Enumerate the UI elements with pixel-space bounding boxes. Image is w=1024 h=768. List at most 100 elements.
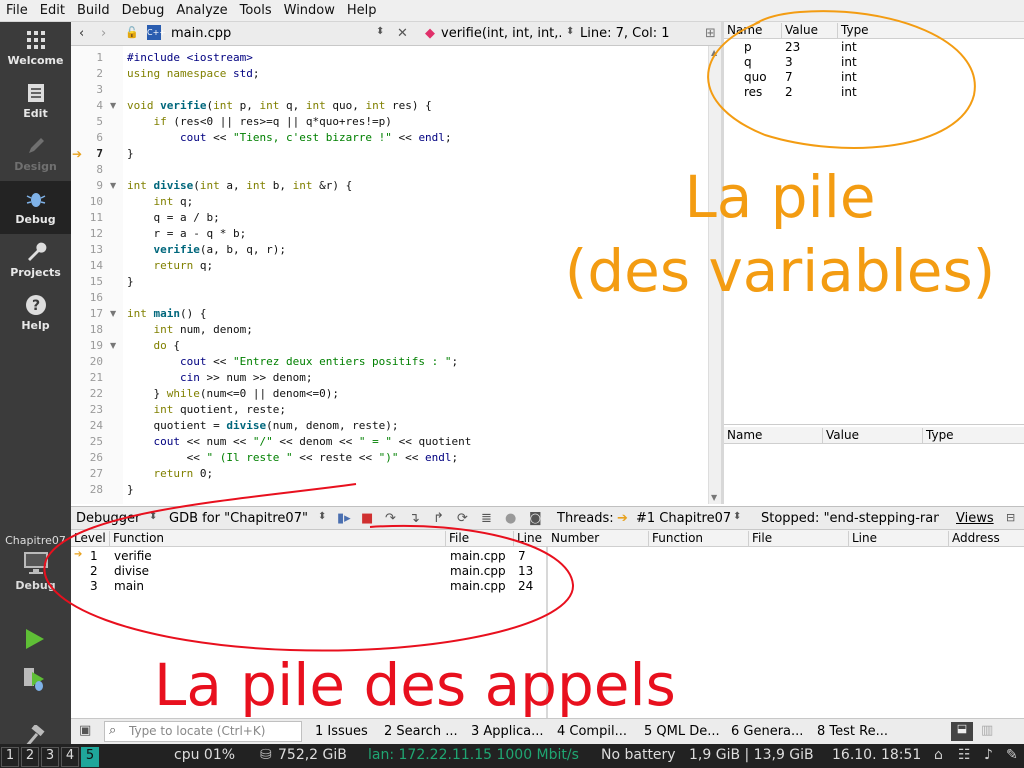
function-dropdown-arrow-icon[interactable]: ⬍ [566,26,574,37]
sound-icon[interactable]: ♪ [984,747,993,763]
mode-projects[interactable]: Projects [0,234,71,287]
output-tab[interactable]: 8 Test Re... [817,724,888,739]
engine-selector[interactable]: GDB for "Chapitre07" [169,511,308,526]
stack-line[interactable]: 7 [518,549,526,563]
stack-function[interactable]: verifie [114,549,152,563]
stack-function[interactable]: main [114,579,144,593]
kit-selector[interactable]: Chapitre07 Debug [0,534,71,592]
mode-label: Edit [23,107,48,120]
stack-level[interactable]: 1 [90,549,98,563]
output-tab[interactable]: 1 Issues [315,724,368,739]
stack-header-file[interactable]: File [445,531,469,547]
local-value[interactable]: 23 [785,40,800,54]
expr-header-name[interactable]: Name [724,428,762,444]
fold-marker-icon[interactable]: ▼ [110,341,116,350]
snapshot-icon[interactable]: ◙ [529,511,542,526]
stop-debugger-icon[interactable]: ■ [361,511,373,526]
back-arrow-icon[interactable]: ‹ [79,26,84,41]
views-button[interactable]: Views [956,511,994,526]
local-name[interactable]: p [744,40,752,54]
workspace-button[interactable]: 5 [81,747,99,767]
fold-marker-icon[interactable]: ▼ [110,101,116,110]
expr-header-type[interactable]: Type [922,428,954,444]
local-name[interactable]: q [744,55,752,69]
close-icon[interactable]: ✕ [397,26,408,41]
workspace-button[interactable]: 3 [41,747,59,767]
debugger-perspective[interactable]: Debugger [76,511,140,526]
bp-header-line[interactable]: Line [848,531,877,547]
workspace-button[interactable]: 2 [21,747,39,767]
toggle-right-sidebar-icon[interactable]: ▥ [981,723,993,738]
local-name[interactable]: res [744,85,762,99]
local-value[interactable]: 2 [785,85,793,99]
output-tab[interactable]: 6 Genera... [731,724,803,739]
stack-file[interactable]: main.cpp [450,579,506,593]
mode-help[interactable]: ? Help [0,287,71,340]
instruction-mode-icon[interactable]: ≣ [481,511,492,526]
menu-tools[interactable]: Tools [234,3,278,18]
mode-edit[interactable]: Edit [0,75,71,128]
output-tab[interactable]: 4 Compil... [557,724,627,739]
menu-edit[interactable]: Edit [34,3,71,18]
bp-header-address[interactable]: Address [948,531,1000,547]
fold-marker-icon[interactable]: ▼ [110,181,116,190]
stack-line[interactable]: 13 [518,564,533,578]
stack-function[interactable]: divise [114,564,149,578]
continue-icon[interactable]: ▮▸ [337,511,351,526]
menu-help[interactable]: Help [341,3,383,18]
bp-header-file[interactable]: File [748,531,772,547]
editor-filename[interactable]: main.cpp [171,26,231,41]
output-tab[interactable]: 3 Applica... [471,724,544,739]
workspace-button[interactable]: 1 [1,747,19,767]
current-thread-arrow-icon: ➔ [617,511,628,526]
step-over-icon[interactable]: ↷ [385,511,396,526]
menu-build[interactable]: Build [71,3,116,18]
kbd-icon[interactable]: ⌂ [934,747,943,763]
menu-debug[interactable]: Debug [116,3,171,18]
record-icon[interactable]: ● [505,511,516,526]
locals-header-value[interactable]: Value [781,23,818,39]
stack-file[interactable]: main.cpp [450,549,506,563]
menu-analyze[interactable]: Analyze [170,3,233,18]
output-tab[interactable]: 2 Search ... [384,724,458,739]
progress-details-icon[interactable]: ⬓ [951,722,973,741]
network-icon[interactable]: ☷ [958,747,971,763]
mode-welcome[interactable]: Welcome [0,22,71,75]
stack-header-line[interactable]: Line [513,531,542,547]
file-dropdown-arrow-icon[interactable]: ⬍ [376,26,384,37]
step-into-icon[interactable]: ↴ [409,511,420,526]
menu-file[interactable]: File [0,3,34,18]
editor-function[interactable]: verifie(int, int, int,... [441,26,561,41]
restart-icon[interactable]: ⟳ [457,511,468,526]
stack-line[interactable]: 24 [518,579,533,593]
locals-header-type[interactable]: Type [837,23,869,39]
output-tab[interactable]: 5 QML De... [644,724,720,739]
float-pane-icon[interactable]: ⊟ [1006,511,1015,524]
stack-file[interactable]: main.cpp [450,564,506,578]
step-out-icon[interactable]: ↱ [433,511,444,526]
split-icon[interactable]: ⊞ [705,26,716,41]
local-value[interactable]: 7 [785,70,793,84]
stack-header-function[interactable]: Function [109,531,164,547]
run-icon[interactable] [24,627,46,651]
bp-header-number[interactable]: Number [548,531,599,547]
mode-debug[interactable]: Debug [0,181,71,234]
local-value[interactable]: 3 [785,55,793,69]
toggle-sidebar-icon[interactable]: ▣ [79,723,91,738]
expr-header-value[interactable]: Value [822,428,859,444]
stack-header-level[interactable]: Level [71,531,106,547]
menu-window[interactable]: Window [278,3,341,18]
stack-level[interactable]: 3 [90,579,98,593]
fold-marker-icon[interactable]: ▼ [110,309,116,318]
locator-field[interactable]: ⌕ Type to locate (Ctrl+K) [104,721,302,742]
stack-level[interactable]: 2 [90,564,98,578]
mode-design[interactable]: Design [0,128,71,181]
start-debugging-icon[interactable] [22,666,46,692]
locals-header-name[interactable]: Name [724,23,762,39]
workspace-button[interactable]: 4 [61,747,79,767]
local-name[interactable]: quo [744,70,767,84]
forward-arrow-icon[interactable]: › [101,26,106,41]
bp-header-function[interactable]: Function [648,531,703,547]
thread-selector[interactable]: #1 Chapitre07 [636,511,731,526]
edit-icon[interactable]: ✎ [1006,747,1018,763]
